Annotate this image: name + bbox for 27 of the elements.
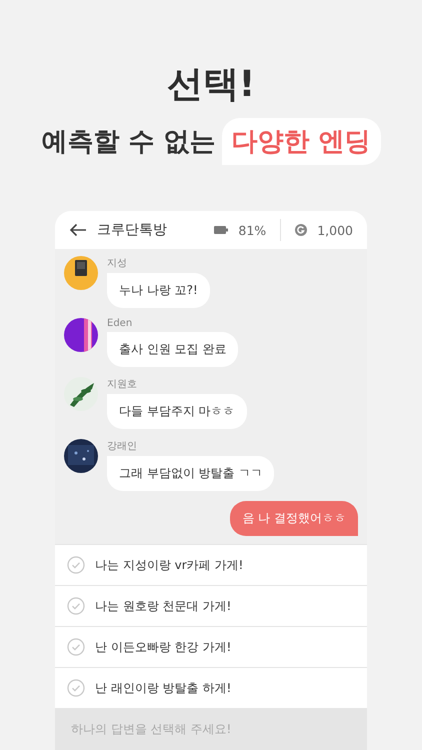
check-circle-icon (67, 556, 85, 574)
message-bubble: 그래 부담없이 방탈출 ㄱㄱ (107, 456, 274, 491)
answer-field[interactable]: 하나의 답변을 선택해 주세요! (55, 708, 367, 750)
battery-icon (214, 226, 228, 234)
chat-title: 크루단톡방 (97, 221, 168, 239)
sender-name: Eden (107, 318, 132, 329)
sender-name: 지성 (107, 257, 127, 270)
answer-option[interactable]: 난 이든오빠랑 한강 가게! (55, 626, 367, 667)
check-circle-icon (67, 597, 85, 615)
back-arrow-icon[interactable] (69, 223, 87, 237)
message-bubble: 누나 나랑 꼬?! (107, 273, 210, 308)
message-bubble: 다들 부담주지 마ㅎㅎ (107, 394, 247, 429)
message-bubble: 음 나 결정했어ㅎㅎ (230, 501, 358, 536)
battery-percent: 81% (238, 222, 266, 238)
check-circle-icon (67, 679, 85, 697)
coin-icon (295, 224, 308, 236)
sender-name: 강래인 (107, 440, 137, 453)
headline: 선택! (166, 63, 256, 107)
answer-option[interactable]: 나는 원호랑 천문대 가게! (55, 585, 367, 626)
sender-name: 지원호 (107, 378, 137, 391)
coin-count: 1,000 (317, 222, 353, 238)
answer-option[interactable]: 나는 지성이랑 vr카페 가게! (55, 544, 367, 585)
highlight-text: 다양한 엔딩 (222, 118, 381, 165)
subline-text: 예측할 수 없는 (41, 126, 216, 159)
answer-option[interactable]: 난 래인이랑 방탈출 하게! (55, 667, 367, 708)
message-bubble: 출사 인원 모집 완료 (107, 332, 238, 367)
check-circle-icon (67, 638, 85, 656)
